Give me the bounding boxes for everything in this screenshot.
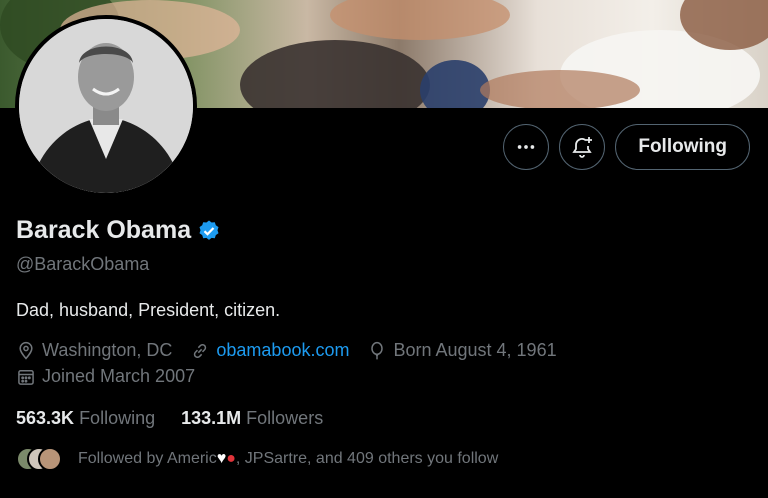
following-button[interactable]: Following	[615, 124, 750, 170]
more-horizontal-icon	[518, 145, 535, 149]
location-item: Washington, DC	[16, 340, 172, 361]
following-count: 563.3K	[16, 408, 75, 428]
balloon-icon	[371, 341, 384, 359]
birthday-text: Born August 4, 1961	[393, 340, 557, 360]
red-balloon-icon: ●	[226, 450, 236, 467]
followers-count: 133.1M	[181, 408, 242, 428]
followed-by-prefix: Followed by Americ	[78, 450, 217, 467]
avatar-photo	[19, 19, 193, 193]
more-options-button[interactable]	[503, 124, 550, 170]
website-link[interactable]: obamabook.com	[216, 340, 349, 361]
profile-handle: @BarackObama	[16, 254, 150, 274]
followed-by-text: Followed by Americ♥●, JPSartre, and 409 …	[78, 450, 498, 468]
following-label: Following	[79, 408, 156, 428]
location-text: Washington, DC	[42, 340, 173, 360]
profile-bio: Dad, husband, President, citizen.	[16, 300, 281, 320]
follower-avatar	[38, 447, 62, 471]
white-heart-icon: ♥	[216, 450, 227, 467]
followers-label: Followers	[246, 408, 324, 428]
joined-text: Joined March 2007	[42, 366, 196, 386]
calendar-icon	[18, 369, 34, 385]
joined-item: Joined March 2007	[16, 366, 195, 387]
follower-avatars	[16, 446, 62, 472]
verified-badge-icon[interactable]	[197, 219, 221, 243]
followed-by-row[interactable]: Followed by Americ♥●, JPSartre, and 409 …	[16, 446, 498, 472]
following-stat[interactable]: 563.3K Following	[16, 408, 155, 429]
link-icon	[194, 343, 207, 358]
followers-stat[interactable]: 133.1M Followers	[181, 408, 323, 429]
location-pin-icon	[19, 341, 33, 360]
bell-plus-icon	[572, 137, 593, 158]
notifications-button[interactable]	[559, 124, 606, 170]
birthday-item: Born August 4, 1961	[367, 340, 557, 361]
profile-name: Barack Obama	[16, 216, 192, 244]
followed-by-suffix: , JPSartre, and 409 others you follow	[235, 450, 499, 467]
website-item[interactable]: obamabook.com	[190, 340, 349, 361]
profile-avatar[interactable]	[15, 15, 197, 197]
